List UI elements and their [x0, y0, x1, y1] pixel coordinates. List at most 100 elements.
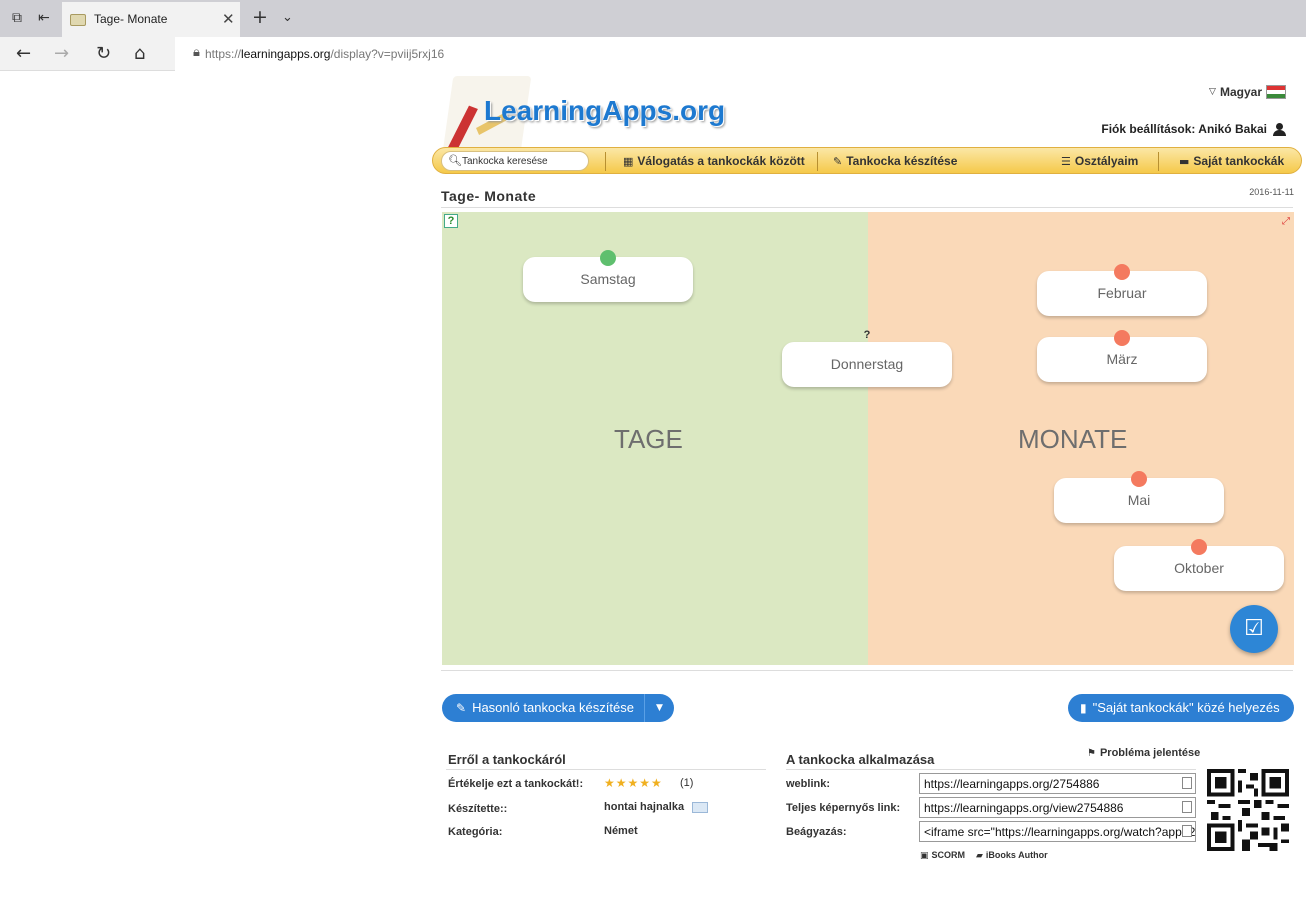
browser-tab[interactable]: Tage- Monate ✕: [62, 2, 240, 37]
forward-icon[interactable]: →: [54, 43, 69, 64]
embed-label: Beágyazás:: [786, 826, 847, 838]
author-name[interactable]: hontai hajnalka: [604, 801, 684, 813]
report-problem-label: Probléma jelentése: [1099, 747, 1201, 759]
new-tab-icon[interactable]: +: [252, 6, 268, 28]
menu-item-my-apps[interactable]: ▬ Saját tankockák: [1179, 154, 1284, 168]
main-menu-bar: 🔍︎ Tankocka keresése ▦ Válogatás a tankoc…: [432, 147, 1302, 174]
word-card[interactable]: Mai: [1054, 471, 1224, 523]
logo-pencil: [448, 105, 478, 151]
word-card[interactable]: Februar: [1037, 264, 1207, 316]
tab-list-chevron-icon[interactable]: ⌄: [282, 10, 293, 25]
address-bar: ← → ↻ ⌂ 🔒︎ https://learningapps.org/disp…: [0, 37, 1306, 71]
back-icon[interactable]: ←: [16, 43, 31, 64]
rating-stars[interactable]: ★★★★★: [604, 776, 663, 790]
ibooks-export-link[interactable]: ▰ iBooks Author: [976, 850, 1048, 861]
url-field[interactable]: 🔒︎ https://learningapps.org/display?v=pv…: [175, 37, 1306, 71]
weblink-label: weblink:: [786, 778, 831, 790]
menu-separator: [1158, 152, 1159, 171]
set-aside-tabs-icon[interactable]: ⇤: [38, 10, 50, 26]
add-to-my-apps-button[interactable]: ▮ "Saját tankockák" közé helyezés: [1068, 694, 1294, 722]
create-similar-label: Hasonló tankocka készítése: [472, 700, 634, 715]
about-title: Erről a tankockáról: [448, 752, 566, 767]
list-icon: ☰: [1061, 155, 1071, 168]
unplaced-marker: ?: [863, 329, 871, 341]
mail-icon[interactable]: [692, 802, 708, 813]
divider: [786, 769, 1196, 770]
word-card-label: Mai: [1127, 492, 1151, 508]
word-card[interactable]: Samstag: [523, 250, 693, 302]
copy-icon[interactable]: [1182, 825, 1192, 837]
report-problem-link[interactable]: ⚑ Probléma jelentése: [1087, 747, 1200, 759]
bookmark-icon: ▮: [1080, 701, 1087, 715]
copy-icon[interactable]: [1182, 777, 1192, 789]
menu-separator: [817, 152, 818, 171]
grid-icon: ▦: [623, 155, 634, 168]
app-title: Tage- Monate: [441, 188, 537, 204]
fullscreen-link-field[interactable]: https://learningapps.org/view2754886: [919, 797, 1196, 818]
author-label: Készítette::: [448, 803, 508, 815]
language-label: Magyar: [1219, 85, 1262, 99]
word-card-label: Februar: [1097, 285, 1147, 301]
folder-icon: ▬: [1179, 155, 1190, 168]
flag-icon: ⚑: [1087, 748, 1096, 759]
app-date: 2016-11-11: [1249, 187, 1294, 197]
account-settings[interactable]: Fiók beállítások: Anikó Bakai: [1101, 122, 1286, 136]
lock-icon: 🔒︎: [193, 45, 200, 60]
scorm-label: SCORM: [931, 850, 966, 860]
weblink-field[interactable]: https://learningapps.org/2754886: [919, 773, 1196, 794]
tab-actions-icon[interactable]: ⧉: [12, 10, 22, 26]
close-tab-icon[interactable]: ✕: [222, 10, 235, 28]
fullscreen-icon[interactable]: ⤢: [1282, 216, 1290, 227]
app-game-area: TAGE MONATE ? ⤢ Samstag Februar ? Donner…: [442, 212, 1294, 665]
language-selector[interactable]: ▽ Magyar: [1209, 85, 1286, 99]
site-logo[interactable]: LearningApps.org: [484, 95, 725, 127]
zone-label-monate: MONATE: [1018, 424, 1128, 454]
url-domain: learningapps.org: [241, 47, 331, 61]
weblink-value: https://learningapps.org/2754886: [924, 777, 1100, 791]
hungary-flag-icon: [1266, 85, 1286, 99]
menu-item-label: Saját tankockák: [1193, 154, 1285, 168]
word-card[interactable]: ? Donnerstag: [782, 329, 952, 387]
embed-code-value: <iframe src="https://learningapps.org/wa…: [924, 825, 1196, 839]
check-icon: ☑: [1244, 616, 1264, 641]
divider: [441, 670, 1293, 671]
dropdown-caret-icon[interactable]: ▼: [644, 694, 674, 722]
divider: [446, 769, 766, 770]
check-answers-button[interactable]: ☑: [1230, 605, 1278, 653]
menu-item-create[interactable]: ✎ Tankocka készítése: [833, 154, 957, 168]
url-prefix: https://: [205, 47, 242, 61]
package-icon: ▣: [920, 851, 929, 861]
copy-icon[interactable]: [1182, 801, 1192, 813]
search-input[interactable]: 🔍︎ Tankocka keresése: [441, 151, 589, 171]
fullscreen-link-label: Teljes képernyős link:: [786, 802, 901, 814]
scorm-export-link[interactable]: ▣ SCORM: [920, 850, 965, 861]
menu-item-classes[interactable]: ☰ Osztályaim: [1061, 154, 1138, 168]
user-icon: [1273, 122, 1286, 136]
book-icon: ▰: [976, 851, 983, 861]
home-icon[interactable]: ⌂: [134, 43, 145, 64]
rating-count: (1): [680, 777, 694, 789]
account-label: Fiók beállítások: Anikó Bakai: [1101, 122, 1267, 136]
menu-item-label: Tankocka készítése: [846, 154, 958, 168]
refresh-icon[interactable]: ↻: [96, 43, 111, 64]
menu-item-browse[interactable]: ▦ Válogatás a tankockák között: [623, 154, 805, 168]
status-dot-wrong: [1191, 539, 1207, 555]
category-label: Kategória:: [448, 826, 503, 838]
status-dot-wrong: [1114, 264, 1130, 280]
url-text: https://learningapps.org/display?v=pviij…: [205, 47, 444, 61]
category-value[interactable]: Német: [604, 825, 638, 837]
word-card[interactable]: Oktober: [1114, 539, 1284, 591]
tab-title: Tage- Monate: [94, 12, 168, 26]
usage-title: A tankocka alkalmazása: [786, 752, 935, 767]
zone-label-tage: TAGE: [614, 424, 683, 454]
create-similar-button[interactable]: ✎ Hasonló tankocka készítése ▼: [442, 694, 674, 722]
word-card-label: Oktober: [1174, 560, 1224, 576]
help-icon[interactable]: ?: [444, 214, 458, 228]
search-placeholder: Tankocka keresése: [462, 156, 548, 167]
embed-code-field[interactable]: <iframe src="https://learningapps.org/wa…: [919, 821, 1196, 842]
word-card-label: März: [1106, 351, 1138, 367]
browser-tab-bar: ⧉ ⇤ Tage- Monate ✕ + ⌄: [0, 0, 1306, 37]
qr-code-image: [1207, 769, 1289, 851]
word-card[interactable]: März: [1037, 330, 1207, 382]
menu-separator: [605, 152, 606, 171]
